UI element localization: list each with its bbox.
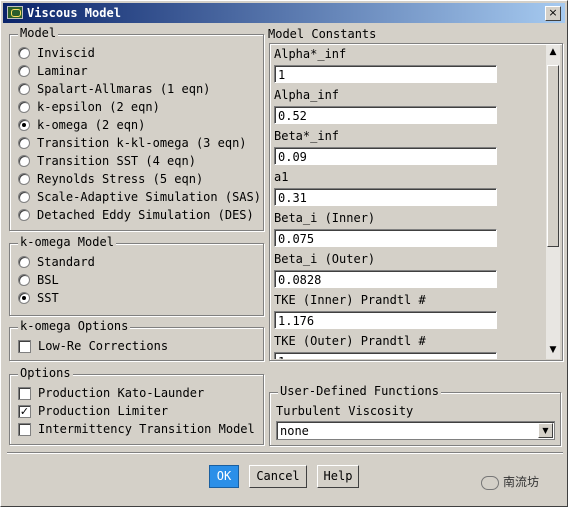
checkbox[interactable] (18, 422, 31, 436)
constants-scrollbar[interactable]: ▲ ▼ (546, 45, 560, 359)
udf-group-label: User-Defined Functions (278, 384, 441, 398)
options-option[interactable]: Intermittency Transition Model (18, 421, 255, 437)
cancel-button[interactable]: Cancel (249, 465, 307, 488)
constant-label: Beta*_inf (274, 129, 340, 143)
ok-button[interactable]: OK (209, 465, 239, 488)
scroll-up-icon[interactable]: ▲ (546, 45, 560, 59)
options-group-label: Options (18, 366, 73, 380)
checkbox[interactable]: ✓ (18, 404, 31, 418)
viscous-model-dialog: Viscous Model × Model Inviscid Laminar Spa… (0, 0, 568, 507)
constant-input[interactable]: 0.075 (274, 229, 497, 247)
constant-input[interactable]: 1 (274, 65, 497, 83)
constant-label: TKE (Outer) Prandtl # (274, 334, 426, 348)
constant-label: Alpha*_inf (274, 47, 347, 61)
options-option[interactable]: Production Kato-Launder (18, 385, 204, 401)
constant-input[interactable]: 0.09 (274, 147, 497, 165)
options-option[interactable]: ✓ Production Limiter (18, 403, 168, 419)
app-icon (7, 6, 23, 19)
model-group-label: Model (18, 26, 59, 40)
scroll-down-icon[interactable]: ▼ (546, 343, 560, 357)
watermark: 南流坊 (481, 473, 539, 490)
constant-label: Beta_i (Inner) (274, 211, 376, 225)
constant-input[interactable]: 0.0828 (274, 270, 497, 288)
constant-label: Beta_i (Outer) (274, 252, 376, 266)
model-constants-label: Model Constants (268, 27, 377, 41)
constant-label: a1 (274, 170, 289, 184)
turbulent-viscosity-label: Turbulent Viscosity (276, 404, 414, 418)
constant-input[interactable]: 0.31 (274, 188, 497, 206)
turbulent-viscosity-select[interactable]: none ▼ (276, 421, 555, 440)
help-button[interactable]: Help (317, 465, 359, 488)
watermark-text: 南流坊 (503, 475, 540, 489)
checkbox[interactable] (18, 386, 31, 400)
options-group: Options Production Kato-Launder ✓ Producti… (9, 366, 264, 445)
options-option-label: Production Kato-Launder (38, 386, 205, 400)
constant-input[interactable]: 1.176 (274, 311, 497, 329)
scroll-thumb[interactable] (547, 65, 559, 247)
turbulent-viscosity-value: none (280, 424, 309, 438)
window-title: Viscous Model (27, 6, 121, 20)
wechat-icon (481, 475, 499, 490)
button-separator (7, 452, 563, 454)
title-bar[interactable]: Viscous Model × (3, 3, 565, 23)
constant-input[interactable]: 1 (274, 352, 497, 359)
constant-label: TKE (Inner) Prandtl # (274, 293, 426, 307)
chevron-down-icon[interactable]: ▼ (538, 423, 553, 438)
constant-input[interactable]: 0.52 (274, 106, 497, 124)
constant-label: Alpha_inf (274, 88, 340, 102)
constants-viewport: Alpha*_inf 1 Alpha_inf 0.52 Beta*_inf 0.09 a1 0… (1, 45, 546, 359)
options-option-label: Production Limiter (38, 404, 169, 418)
options-option-label: Intermittency Transition Model (38, 422, 255, 436)
close-button[interactable]: × (545, 6, 561, 21)
